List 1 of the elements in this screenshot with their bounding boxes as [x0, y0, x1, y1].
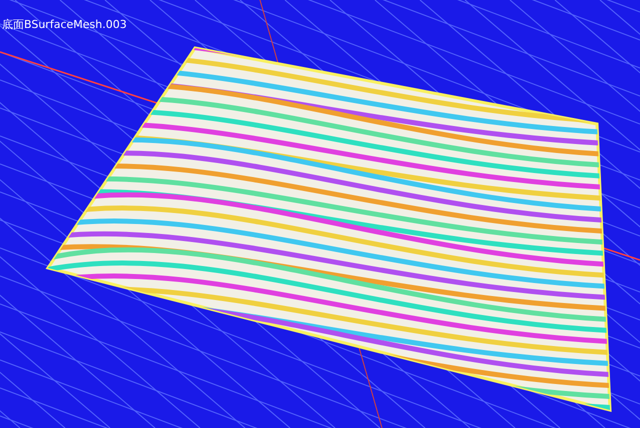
object-label: 底面BSurfaceMesh.003 — [2, 17, 127, 32]
